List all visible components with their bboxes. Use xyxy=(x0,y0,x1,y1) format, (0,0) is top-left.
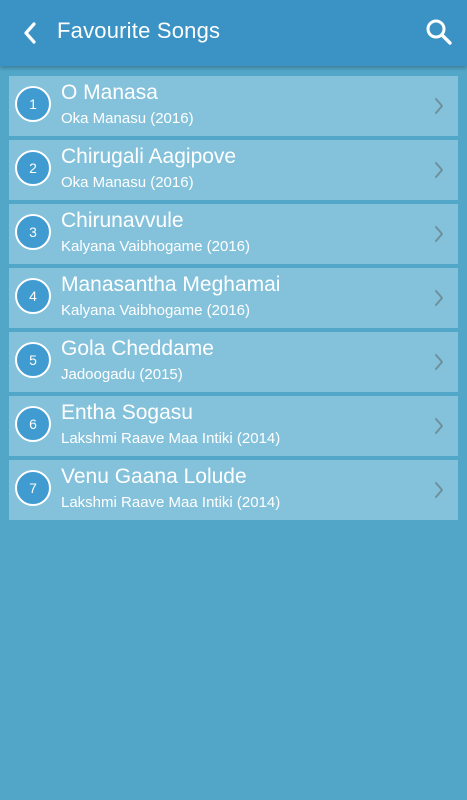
chevron-right-icon xyxy=(435,354,443,370)
song-row[interactable]: 5 Gola Cheddame Jadoogadu (2015) xyxy=(9,332,458,392)
search-icon xyxy=(426,19,452,45)
song-album: Oka Manasu (2016) xyxy=(61,174,194,191)
song-row[interactable]: 6 Entha Sogasu Lakshmi Raave Maa Intiki … xyxy=(9,396,458,456)
chevron-right-icon xyxy=(435,226,443,242)
song-row[interactable]: 3 Chirunavvule Kalyana Vaibhogame (2016) xyxy=(9,204,458,264)
song-album: Kalyana Vaibhogame (2016) xyxy=(61,302,251,319)
song-album: Lakshmi Raave Maa Intiki (2014) xyxy=(61,494,281,511)
song-album: Kalyana Vaibhogame (2016) xyxy=(61,238,251,255)
chevron-left-icon xyxy=(24,22,36,44)
song-number-badge: 2 xyxy=(15,150,51,186)
song-title: Gola Cheddame xyxy=(61,337,214,360)
page-title: Favourite Songs xyxy=(57,18,221,43)
chevron-right-icon xyxy=(435,98,443,114)
song-number-badge: 7 xyxy=(15,470,51,506)
song-title: Venu Gaana Lolude xyxy=(61,465,247,488)
song-row[interactable]: 4 Manasantha Meghamai Kalyana Vaibhogame… xyxy=(9,268,458,328)
song-row[interactable]: 1 O Manasa Oka Manasu (2016) xyxy=(9,76,458,136)
song-title: Manasantha Meghamai xyxy=(61,273,281,296)
song-number-badge: 1 xyxy=(15,86,51,122)
song-album: Jadoogadu (2015) xyxy=(61,366,183,383)
search-button[interactable] xyxy=(421,14,457,50)
chevron-right-icon xyxy=(435,162,443,178)
song-number-badge: 3 xyxy=(15,214,51,250)
song-number-badge: 5 xyxy=(15,342,51,378)
app-bar: Favourite Songs xyxy=(0,0,467,66)
chevron-right-icon xyxy=(435,418,443,434)
song-album: Lakshmi Raave Maa Intiki (2014) xyxy=(61,430,281,447)
song-title: Entha Sogasu xyxy=(61,401,193,424)
song-row[interactable]: 2 Chirugali Aagipove Oka Manasu (2016) xyxy=(9,140,458,200)
song-title: Chirugali Aagipove xyxy=(61,145,237,168)
song-number-badge: 6 xyxy=(15,406,51,442)
song-row[interactable]: 7 Venu Gaana Lolude Lakshmi Raave Maa In… xyxy=(9,460,458,520)
back-button[interactable] xyxy=(14,15,46,51)
song-title: Chirunavvule xyxy=(61,209,184,232)
chevron-right-icon xyxy=(435,290,443,306)
song-list: 1 O Manasa Oka Manasu (2016) 2 Chirugali… xyxy=(9,76,458,524)
song-title: O Manasa xyxy=(61,81,158,104)
chevron-right-icon xyxy=(435,482,443,498)
song-number-badge: 4 xyxy=(15,278,51,314)
song-album: Oka Manasu (2016) xyxy=(61,110,194,127)
